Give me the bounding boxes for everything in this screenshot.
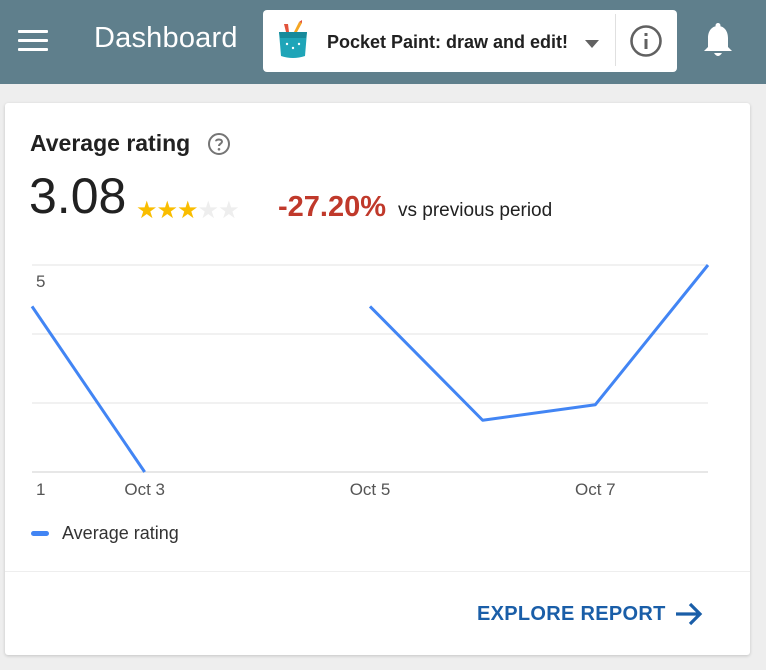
series-line-average-rating (30, 305, 146, 473)
hamburger-menu-icon[interactable] (14, 24, 54, 60)
average-rating-line-chart: 5 1 Oct 3 Oct 5 Oct 7 (30, 264, 710, 499)
x-tick-label: Oct 7 (575, 480, 616, 499)
arrow-right-icon (675, 602, 702, 626)
pocket-paint-app-icon (279, 20, 307, 58)
y-tick-label-max: 5 (36, 272, 45, 291)
average-rating-card: Average rating 3.08 ★★★★★ -27.20% vs pre… (5, 103, 750, 655)
notification-bell-icon[interactable] (700, 22, 736, 60)
app-selector-divider (615, 14, 616, 66)
explore-report-label: EXPLORE REPORT (477, 602, 666, 625)
caret-down-icon[interactable] (585, 40, 599, 48)
page-title: Dashboard (94, 22, 238, 54)
legend-swatch (31, 531, 49, 536)
legend-label: Average rating (62, 523, 179, 543)
top-app-bar: Dashboard Pocket Paint: draw and edit! (0, 0, 766, 84)
series-line-average-rating (368, 264, 710, 422)
x-tick-label: Oct 3 (124, 480, 165, 499)
explore-report-button[interactable]: EXPLORE REPORT (477, 598, 704, 630)
card-divider (5, 571, 750, 572)
y-tick-label-min: 1 (36, 480, 45, 499)
app-name: Pocket Paint: draw and edit! (327, 32, 569, 52)
info-icon[interactable] (629, 24, 663, 58)
app-selector[interactable]: Pocket Paint: draw and edit! (263, 10, 677, 72)
x-tick-label: Oct 5 (350, 480, 391, 499)
